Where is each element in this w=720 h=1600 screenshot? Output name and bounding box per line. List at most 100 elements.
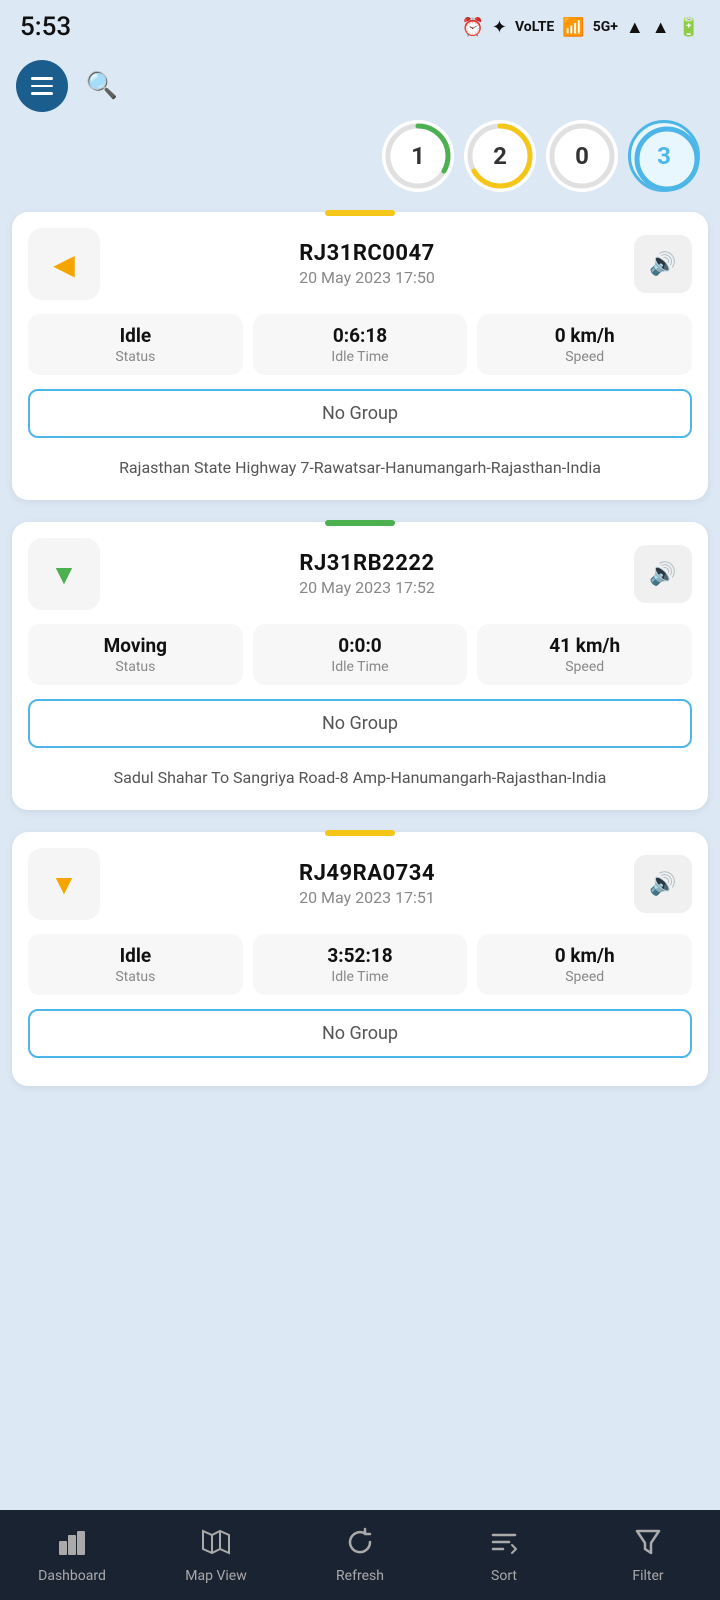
- top-bar: 🔍: [0, 50, 720, 120]
- card-1-sound-button[interactable]: 🔊: [634, 235, 692, 293]
- cards-container: ◀ RJ31RC0047 20 May 2023 17:50 🔊 Idle St…: [0, 206, 720, 1110]
- bottom-nav: Dashboard Map View Refresh: [0, 1510, 720, 1600]
- nav-refresh-label: Refresh: [336, 1568, 384, 1584]
- card-2-title-area: RJ31RB2222 20 May 2023 17:52: [100, 551, 634, 597]
- bluetooth-icon: ✦: [492, 17, 507, 38]
- card-2-speed-value: 41 km/h: [483, 634, 686, 657]
- vehicle-card-2: ▼ RJ31RB2222 20 May 2023 17:52 🔊 Moving …: [12, 522, 708, 810]
- card-3-speed-value: 0 km/h: [483, 944, 686, 967]
- nav-sort[interactable]: Sort: [432, 1510, 576, 1600]
- dashboard-icon: [57, 1527, 87, 1564]
- card-2-sound-button[interactable]: 🔊: [634, 545, 692, 603]
- sound-icon-2: 🔊: [649, 562, 676, 587]
- card-1-wrapper: ◀ RJ31RC0047 20 May 2023 17:50 🔊 Idle St…: [12, 206, 708, 500]
- refresh-icon: [345, 1527, 375, 1564]
- wifi-icon: 📶: [562, 17, 584, 38]
- card-1-vehicle-date: 20 May 2023 17:50: [100, 268, 634, 287]
- mapview-icon: [201, 1527, 231, 1564]
- counter-4-value: 3: [657, 142, 671, 170]
- card-1-speed-box: 0 km/h Speed: [477, 314, 692, 375]
- search-button[interactable]: 🔍: [82, 66, 122, 106]
- nav-mapview[interactable]: Map View: [144, 1510, 288, 1600]
- card-1-idletime-value: 0:6:18: [259, 324, 462, 347]
- status-icons: ⏰ ✦ VoLTE 📶 5G+ ▲ ▲ 🔋: [461, 17, 700, 38]
- card-3-idletime-box: 3:52:18 Idle Time: [253, 934, 468, 995]
- card-2-vehicle-id: RJ31RB2222: [100, 551, 634, 576]
- counter-2[interactable]: 2: [464, 120, 536, 192]
- card-2-location: Sadul Shahar To Sangriya Road-8 Amp-Hanu…: [28, 760, 692, 794]
- card-3-status-box: Idle Status: [28, 934, 243, 995]
- card-3-group-button[interactable]: No Group: [28, 1009, 692, 1058]
- arrow-down-icon-3: ▼: [50, 868, 78, 901]
- filter-icon: [633, 1527, 663, 1564]
- card-1-stats-row: Idle Status 0:6:18 Idle Time 0 km/h Spee…: [28, 314, 692, 375]
- card-1-status-value: Idle: [34, 324, 237, 347]
- card-3-header: ▼ RJ49RA0734 20 May 2023 17:51 🔊: [28, 848, 692, 920]
- counter-1-value: 1: [411, 142, 425, 170]
- menu-button[interactable]: [16, 60, 68, 112]
- card-3-stats-row: Idle Status 3:52:18 Idle Time 0 km/h Spe…: [28, 934, 692, 995]
- nav-dashboard-label: Dashboard: [38, 1568, 106, 1584]
- card-1-speed-label: Speed: [483, 349, 686, 365]
- counter-3-value: 0: [575, 142, 589, 170]
- card-2-status-line: [325, 520, 395, 526]
- network-icon: 5G+: [593, 19, 618, 35]
- counter-4[interactable]: 3: [628, 120, 700, 192]
- card-2-speed-box: 41 km/h Speed: [477, 624, 692, 685]
- sort-icon: [489, 1527, 519, 1564]
- arrow-left-icon: ◀: [53, 248, 75, 281]
- status-time: 5:53: [20, 12, 71, 42]
- card-3-wrapper: ▼ RJ49RA0734 20 May 2023 17:51 🔊 Idle St…: [12, 826, 708, 1086]
- card-1-status-box: Idle Status: [28, 314, 243, 375]
- card-3-status-line: [325, 830, 395, 836]
- card-1-location: Rajasthan State Highway 7-Rawatsar-Hanum…: [28, 450, 692, 484]
- card-2-group-button[interactable]: No Group: [28, 699, 692, 748]
- card-2-idletime-value: 0:0:0: [259, 634, 462, 657]
- card-2-status-label: Status: [34, 659, 237, 675]
- card-3-vehicle-id: RJ49RA0734: [100, 861, 634, 886]
- signal2-icon: ▲: [652, 17, 670, 38]
- card-2-vehicle-date: 20 May 2023 17:52: [100, 578, 634, 597]
- nav-filter[interactable]: Filter: [576, 1510, 720, 1600]
- counter-1[interactable]: 1: [382, 120, 454, 192]
- card-2-idletime-label: Idle Time: [259, 659, 462, 675]
- arrow-down-icon: ▼: [50, 558, 78, 591]
- signal1-icon: ▲: [626, 17, 644, 38]
- nav-dashboard[interactable]: Dashboard: [0, 1510, 144, 1600]
- card-1-title-area: RJ31RC0047 20 May 2023 17:50: [100, 241, 634, 287]
- card-3-idletime-value: 3:52:18: [259, 944, 462, 967]
- card-2-direction-icon: ▼: [28, 538, 100, 610]
- counter-2-value: 2: [493, 142, 507, 170]
- status-bar: 5:53 ⏰ ✦ VoLTE 📶 5G+ ▲ ▲ 🔋: [0, 0, 720, 50]
- counter-3[interactable]: 0: [546, 120, 618, 192]
- card-3-speed-label: Speed: [483, 969, 686, 985]
- vehicle-card-1: ◀ RJ31RC0047 20 May 2023 17:50 🔊 Idle St…: [12, 212, 708, 500]
- card-1-status-line: [325, 210, 395, 216]
- nav-mapview-label: Map View: [185, 1568, 246, 1584]
- card-2-header: ▼ RJ31RB2222 20 May 2023 17:52 🔊: [28, 538, 692, 610]
- card-1-status-label: Status: [34, 349, 237, 365]
- card-2-stats-row: Moving Status 0:0:0 Idle Time 41 km/h Sp…: [28, 624, 692, 685]
- card-1-idletime-label: Idle Time: [259, 349, 462, 365]
- card-2-status-value: Moving: [34, 634, 237, 657]
- card-3-vehicle-date: 20 May 2023 17:51: [100, 888, 634, 907]
- card-1-direction-icon: ◀: [28, 228, 100, 300]
- card-1-speed-value: 0 km/h: [483, 324, 686, 347]
- card-1-header: ◀ RJ31RC0047 20 May 2023 17:50 🔊: [28, 228, 692, 300]
- sound-icon: 🔊: [649, 252, 676, 277]
- card-1-idletime-box: 0:6:18 Idle Time: [253, 314, 468, 375]
- battery-icon: 🔋: [678, 17, 700, 38]
- nav-refresh[interactable]: Refresh: [288, 1510, 432, 1600]
- nav-sort-label: Sort: [491, 1568, 517, 1584]
- card-3-speed-box: 0 km/h Speed: [477, 934, 692, 995]
- card-3-title-area: RJ49RA0734 20 May 2023 17:51: [100, 861, 634, 907]
- vehicle-card-3: ▼ RJ49RA0734 20 May 2023 17:51 🔊 Idle St…: [12, 832, 708, 1086]
- card-2-idletime-box: 0:0:0 Idle Time: [253, 624, 468, 685]
- card-1-group-button[interactable]: No Group: [28, 389, 692, 438]
- hamburger-icon: [31, 77, 53, 95]
- card-3-status-value: Idle: [34, 944, 237, 967]
- alarm-icon: ⏰: [461, 17, 483, 38]
- lte-icon: VoLTE: [515, 19, 554, 35]
- card-3-sound-button[interactable]: 🔊: [634, 855, 692, 913]
- card-3-direction-icon: ▼: [28, 848, 100, 920]
